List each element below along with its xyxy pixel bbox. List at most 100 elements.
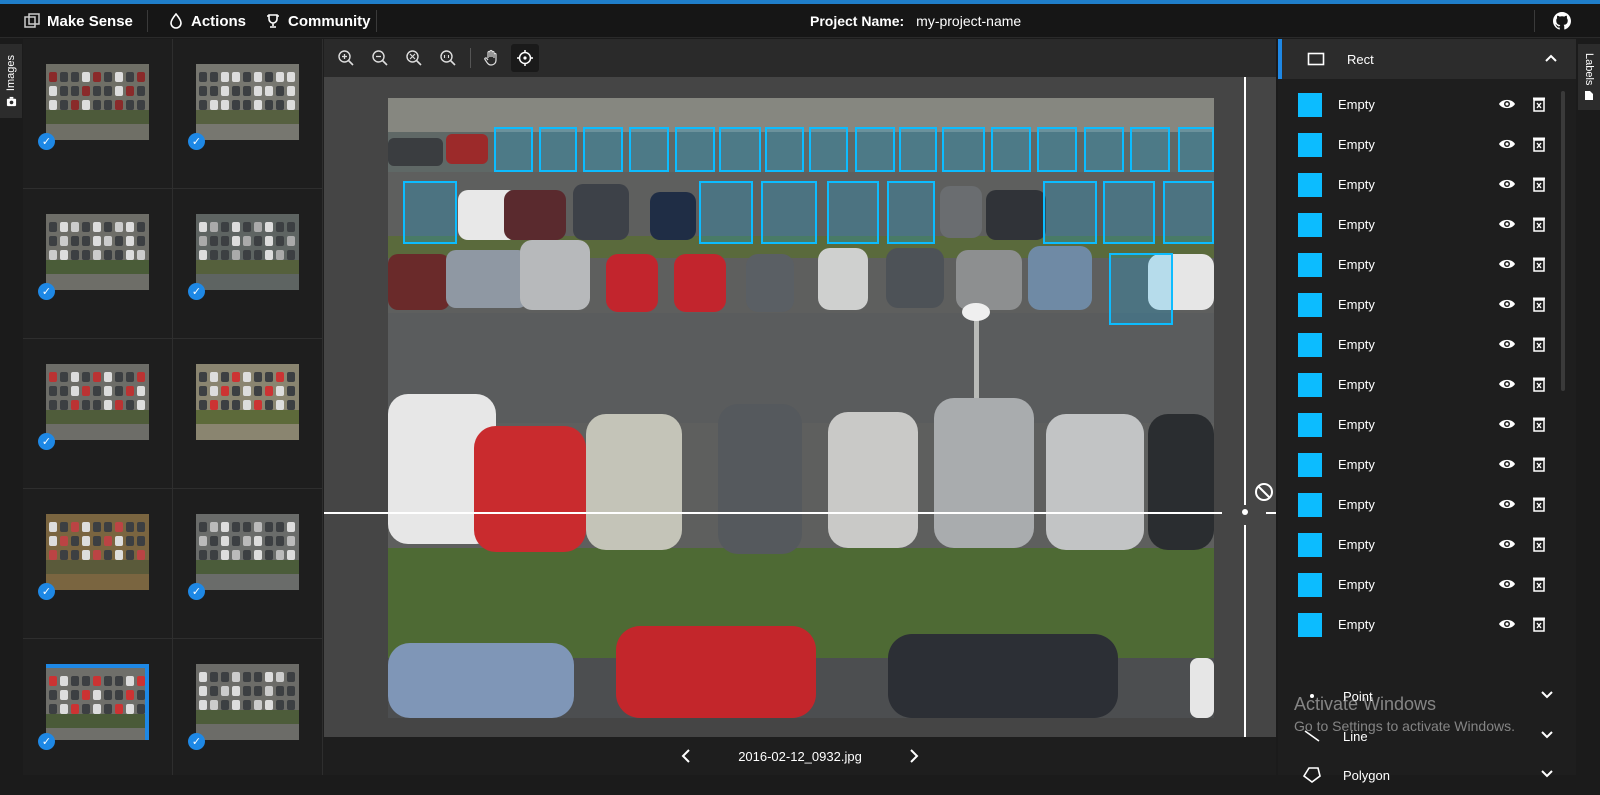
trash-icon[interactable] <box>1532 96 1546 117</box>
label-name[interactable]: Empty <box>1338 217 1375 232</box>
polygon-section-header[interactable]: Polygon <box>1278 755 1576 795</box>
label-name[interactable]: Empty <box>1338 577 1375 592</box>
trash-icon[interactable] <box>1532 576 1546 597</box>
project-name-value[interactable]: my-project-name <box>916 13 1021 29</box>
label-color-swatch[interactable] <box>1298 253 1322 277</box>
label-color-swatch[interactable] <box>1298 493 1322 517</box>
eye-icon[interactable] <box>1498 577 1516 596</box>
trash-icon[interactable] <box>1532 216 1546 237</box>
eye-icon[interactable] <box>1498 457 1516 476</box>
eye-icon[interactable] <box>1498 417 1516 436</box>
eye-icon[interactable] <box>1498 377 1516 396</box>
actions-menu-button[interactable]: Actions <box>169 4 246 38</box>
label-name[interactable]: Empty <box>1338 297 1375 312</box>
rect-section-header[interactable]: Rect <box>1278 39 1576 79</box>
image-thumbnail[interactable] <box>173 339 323 489</box>
eye-icon[interactable] <box>1498 137 1516 156</box>
rect-label-row[interactable]: Empty <box>1296 246 1551 286</box>
label-name[interactable]: Empty <box>1338 257 1375 272</box>
brand-button[interactable]: Make Sense <box>24 4 133 38</box>
label-name[interactable]: Empty <box>1338 457 1375 472</box>
label-color-swatch[interactable] <box>1298 573 1322 597</box>
zoom-out-button[interactable] <box>366 44 394 72</box>
image-thumbnail[interactable]: ✓ <box>23 39 173 189</box>
eye-icon[interactable] <box>1498 497 1516 516</box>
image-thumbnail[interactable]: ✓ <box>23 189 173 339</box>
image-thumbnail[interactable]: ✓ <box>173 189 323 339</box>
rect-label-row[interactable]: Empty <box>1296 406 1551 446</box>
eye-icon[interactable] <box>1498 257 1516 276</box>
label-color-swatch[interactable] <box>1298 373 1322 397</box>
rect-label-row[interactable]: Empty <box>1296 206 1551 246</box>
trash-icon[interactable] <box>1532 176 1546 197</box>
zoom-actual-button[interactable] <box>434 44 462 72</box>
label-name[interactable]: Empty <box>1338 497 1375 512</box>
label-name[interactable]: Empty <box>1338 337 1375 352</box>
rect-label-row[interactable]: Empty <box>1296 86 1551 126</box>
label-color-swatch[interactable] <box>1298 293 1322 317</box>
rect-label-row[interactable]: Empty <box>1296 326 1551 366</box>
rect-label-row[interactable]: Empty <box>1296 166 1551 206</box>
label-name[interactable]: Empty <box>1338 417 1375 432</box>
eye-icon[interactable] <box>1498 177 1516 196</box>
trash-icon[interactable] <box>1532 496 1546 517</box>
not-allowed-icon <box>1255 483 1273 501</box>
label-color-swatch[interactable] <box>1298 173 1322 197</box>
label-name[interactable]: Empty <box>1338 97 1375 112</box>
label-color-swatch[interactable] <box>1298 133 1322 157</box>
rect-label-row[interactable]: Empty <box>1296 526 1551 566</box>
eye-icon[interactable] <box>1498 617 1516 636</box>
label-color-swatch[interactable] <box>1298 213 1322 237</box>
zoom-fit-button[interactable] <box>400 44 428 72</box>
trash-icon[interactable] <box>1532 336 1546 357</box>
trash-icon[interactable] <box>1532 456 1546 477</box>
label-color-swatch[interactable] <box>1298 613 1322 637</box>
label-color-swatch[interactable] <box>1298 93 1322 117</box>
image-thumbnail[interactable]: ✓ <box>23 639 173 775</box>
rect-label-row[interactable]: Empty <box>1296 606 1551 646</box>
github-button[interactable] <box>1553 12 1571 35</box>
trash-icon[interactable] <box>1532 616 1546 637</box>
label-color-swatch[interactable] <box>1298 413 1322 437</box>
eye-icon[interactable] <box>1498 217 1516 236</box>
image-thumbnail[interactable]: ✓ <box>173 39 323 189</box>
trash-icon[interactable] <box>1532 256 1546 277</box>
label-name[interactable]: Empty <box>1338 137 1375 152</box>
rect-label-row[interactable]: Empty <box>1296 446 1551 486</box>
labels-tab-label: Labels <box>1583 53 1595 86</box>
label-name[interactable]: Empty <box>1338 617 1375 632</box>
image-thumbnail[interactable]: ✓ <box>173 639 323 775</box>
label-name[interactable]: Empty <box>1338 537 1375 552</box>
labels-side-tab[interactable]: Labels <box>1578 44 1600 110</box>
zoom-in-button[interactable] <box>332 44 360 72</box>
trash-icon[interactable] <box>1532 376 1546 397</box>
image-thumbnail[interactable]: ✓ <box>23 339 173 489</box>
trash-icon[interactable] <box>1532 296 1546 317</box>
label-name[interactable]: Empty <box>1338 377 1375 392</box>
label-color-swatch[interactable] <box>1298 333 1322 357</box>
pan-tool-button[interactable] <box>477 44 505 72</box>
label-list-scrollbar[interactable] <box>1561 91 1565 391</box>
eye-icon[interactable] <box>1498 97 1516 116</box>
community-menu-button[interactable]: Community <box>266 4 371 38</box>
image-thumbnail[interactable]: ✓ <box>23 489 173 639</box>
rect-label-row[interactable]: Empty <box>1296 286 1551 326</box>
label-color-swatch[interactable] <box>1298 533 1322 557</box>
eye-icon[interactable] <box>1498 537 1516 556</box>
trash-icon[interactable] <box>1532 536 1546 557</box>
rect-label-row[interactable]: Empty <box>1296 566 1551 606</box>
rect-label-row[interactable]: Empty <box>1296 366 1551 406</box>
annotated-image[interactable] <box>388 98 1214 718</box>
image-thumbnail[interactable]: ✓ <box>173 489 323 639</box>
eye-icon[interactable] <box>1498 297 1516 316</box>
images-side-tab[interactable]: Images <box>0 44 22 118</box>
label-name[interactable]: Empty <box>1338 177 1375 192</box>
trash-icon[interactable] <box>1532 136 1546 157</box>
rect-label-row[interactable]: Empty <box>1296 126 1551 166</box>
next-image-button[interactable] <box>902 744 926 768</box>
trash-icon[interactable] <box>1532 416 1546 437</box>
eye-icon[interactable] <box>1498 337 1516 356</box>
crosshair-tool-button[interactable] <box>511 44 539 72</box>
rect-label-row[interactable]: Empty <box>1296 486 1551 526</box>
label-color-swatch[interactable] <box>1298 453 1322 477</box>
